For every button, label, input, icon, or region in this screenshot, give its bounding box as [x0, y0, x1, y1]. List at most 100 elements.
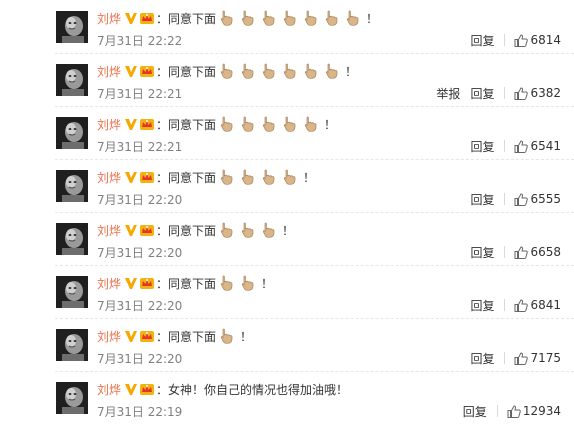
comment-item: 刘烨 ： 同意下面 ！ 7月31日 22:21 回复 6541	[0, 106, 574, 159]
comment-actions: 回复 6541	[470, 138, 561, 154]
member-crown-icon[interactable]	[139, 329, 155, 343]
comment-text: 同意下面	[168, 329, 217, 344]
like-button[interactable]: 12934	[507, 404, 561, 418]
username-link[interactable]: 刘烨	[97, 63, 121, 80]
like-count: 6658	[530, 245, 561, 259]
point-down-icon	[343, 10, 364, 26]
like-button[interactable]: 6841	[514, 298, 561, 312]
emoji-group	[217, 222, 280, 238]
comment-suffix: ！	[261, 276, 274, 291]
comment-line: 刘烨 ： 女神！你自己的情况也得加油哦！	[97, 380, 348, 398]
avatar[interactable]	[56, 276, 88, 308]
comment-text: 同意下面	[168, 223, 217, 238]
point-down-icon	[259, 116, 280, 132]
avatar[interactable]	[56, 117, 88, 149]
comment-divider	[55, 106, 574, 107]
reply-link[interactable]: 回复	[470, 350, 494, 367]
comment-colon: ：	[156, 382, 169, 397]
comment-time: 7月31日 22:19	[97, 405, 183, 419]
like-button[interactable]: 6555	[514, 192, 561, 206]
reply-link[interactable]: 回复	[470, 32, 494, 49]
member-crown-icon[interactable]	[139, 11, 155, 25]
point-down-icon	[259, 63, 280, 79]
avatar[interactable]	[56, 223, 88, 255]
action-separator	[504, 140, 506, 152]
comment-time: 7月31日 22:21	[97, 87, 183, 101]
point-down-icon	[217, 275, 238, 291]
member-crown-icon[interactable]	[139, 223, 155, 237]
username-link[interactable]: 刘烨	[97, 275, 121, 292]
point-down-icon	[301, 10, 322, 26]
username-link[interactable]: 刘烨	[97, 328, 121, 345]
comment-time: 7月31日 22:20	[97, 352, 183, 366]
avatar[interactable]	[56, 170, 88, 202]
comment-divider	[55, 318, 574, 319]
reply-link[interactable]: 回复	[463, 403, 487, 420]
comment-time: 7月31日 22:22	[97, 34, 183, 48]
comment-actions: 回复 6658	[470, 244, 561, 260]
comment-divider	[55, 53, 574, 54]
point-down-icon	[322, 63, 343, 79]
comment-line: 刘烨 ： 同意下面 ！	[97, 168, 315, 186]
reply-link[interactable]: 回复	[470, 297, 494, 314]
username-link[interactable]: 刘烨	[97, 10, 121, 27]
point-down-icon	[280, 169, 301, 185]
point-down-icon	[280, 63, 301, 79]
like-button[interactable]: 6541	[514, 139, 561, 153]
avatar[interactable]	[56, 382, 88, 414]
avatar[interactable]	[56, 64, 88, 96]
member-crown-icon[interactable]	[139, 117, 155, 131]
action-separator	[504, 34, 506, 46]
comment-colon: ：	[156, 64, 169, 79]
username-link[interactable]: 刘烨	[97, 169, 121, 186]
reply-link[interactable]: 回复	[470, 85, 494, 102]
comment-item: 刘烨 ： 同意下面 ！ 7月31日 22:20 回复	[0, 318, 574, 371]
member-crown-icon[interactable]	[139, 382, 155, 396]
comment-text: 同意下面	[168, 117, 217, 132]
comment-text: 同意下面	[168, 64, 217, 79]
verified-v-icon	[124, 170, 138, 184]
comment-time: 7月31日 22:21	[97, 140, 183, 154]
username-link[interactable]: 刘烨	[97, 381, 121, 398]
member-crown-icon[interactable]	[139, 64, 155, 78]
verified-v-icon	[124, 117, 138, 131]
comment-colon: ：	[156, 117, 169, 132]
username-link[interactable]: 刘烨	[97, 116, 121, 133]
comment-actions: 回复 6814	[470, 32, 561, 48]
point-down-icon	[238, 10, 259, 26]
member-crown-icon[interactable]	[139, 276, 155, 290]
reply-link[interactable]: 回复	[470, 191, 494, 208]
like-button[interactable]: 7175	[514, 351, 561, 365]
comment-suffix: ！	[324, 117, 337, 132]
comment-suffix: ！	[366, 11, 379, 26]
like-button[interactable]: 6658	[514, 245, 561, 259]
comment-time: 7月31日 22:20	[97, 246, 183, 260]
avatar[interactable]	[56, 11, 88, 43]
comment-suffix: ！	[282, 223, 295, 238]
reply-link[interactable]: 回复	[470, 138, 494, 155]
like-count: 7175	[530, 351, 561, 365]
verified-v-icon	[124, 382, 138, 396]
point-down-icon	[217, 116, 238, 132]
like-button[interactable]: 6382	[514, 86, 561, 100]
comment-item: 刘烨 ： 同意下面 ！ 7月31日 22:21 举报 回复 6382	[0, 53, 574, 106]
action-separator	[496, 405, 498, 417]
point-down-icon	[238, 169, 259, 185]
username-link[interactable]: 刘烨	[97, 222, 121, 239]
verified-v-icon	[124, 276, 138, 290]
thumbs-up-icon	[514, 245, 529, 259]
reply-link[interactable]: 回复	[470, 244, 494, 261]
comment-suffix: ！	[345, 64, 358, 79]
point-down-icon	[259, 10, 280, 26]
point-down-icon	[322, 10, 343, 26]
comment-text: 同意下面	[168, 276, 217, 291]
like-count: 6814	[530, 33, 561, 47]
member-crown-icon[interactable]	[139, 170, 155, 184]
action-separator	[504, 352, 506, 364]
emoji-group	[217, 169, 301, 185]
report-link[interactable]: 举报	[436, 85, 460, 102]
avatar[interactable]	[56, 329, 88, 361]
like-button[interactable]: 6814	[514, 33, 561, 47]
emoji-group	[217, 328, 238, 344]
like-count: 6541	[530, 139, 561, 153]
